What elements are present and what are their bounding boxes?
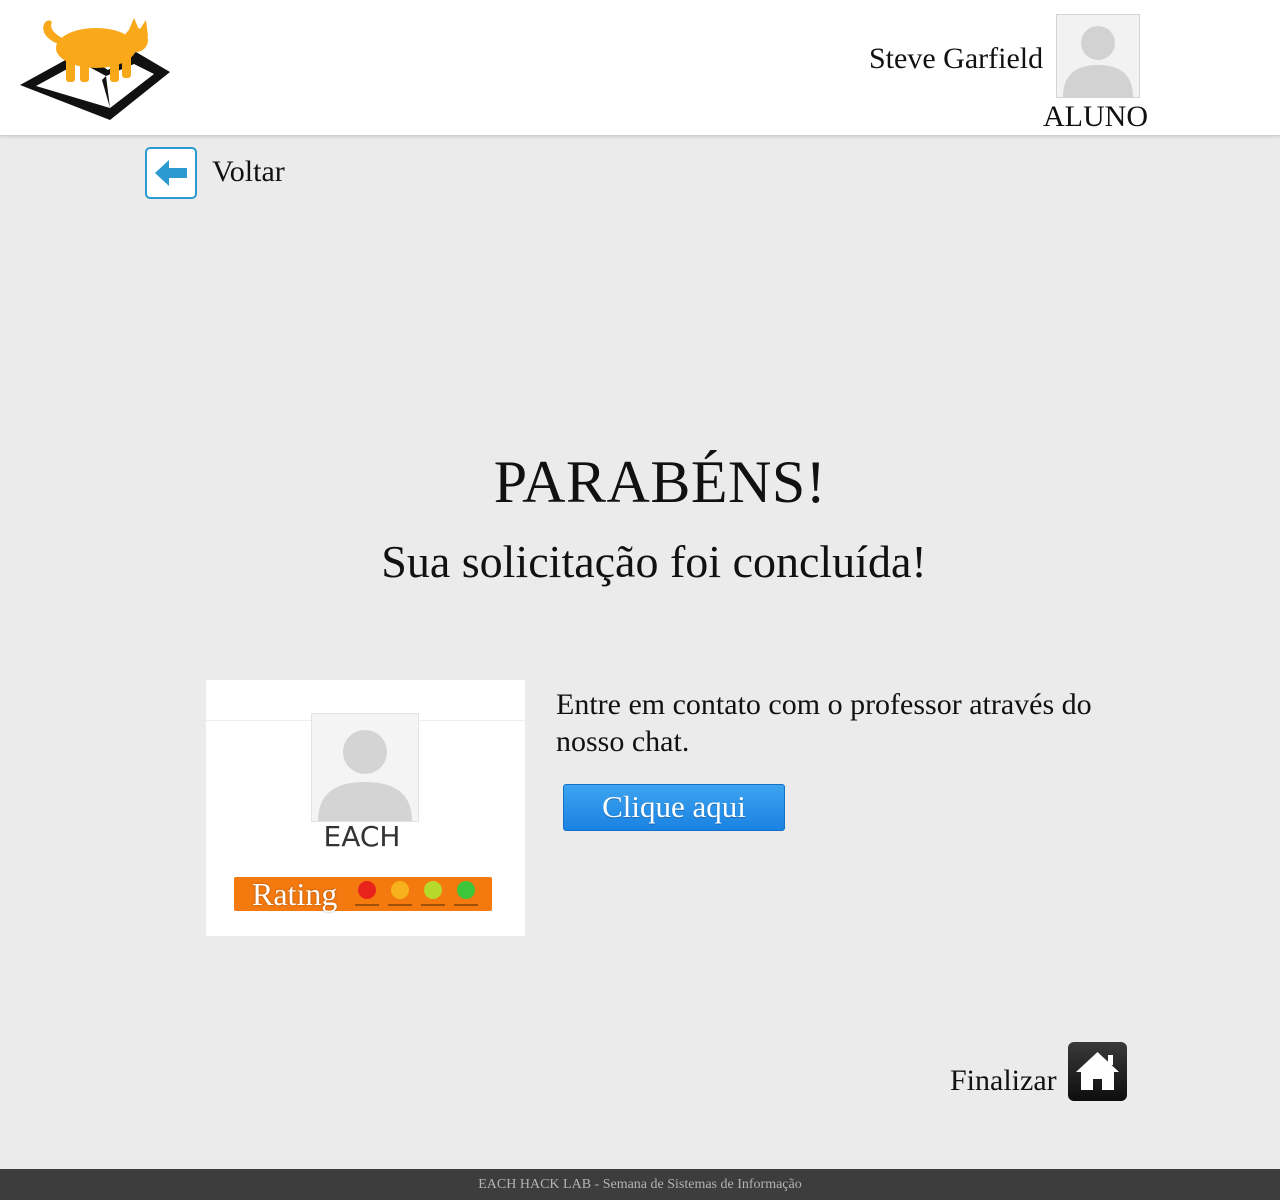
home-icon [1076,1052,1119,1090]
rating-label: Rating [252,876,338,912]
cat-on-book-logo[interactable] [18,10,174,128]
teacher-name: EACH [323,820,401,853]
user-silhouette-icon [1063,26,1133,97]
home-button[interactable] [1068,1042,1127,1101]
face-caption [421,904,445,906]
teacher-avatar [311,713,419,822]
user-avatar[interactable] [1056,14,1140,98]
back-button[interactable] [145,147,197,199]
angry-face-icon[interactable] [358,881,376,899]
user-silhouette-icon [318,730,412,821]
teacher-profile-card: EACH Rating [206,680,525,936]
face-caption [388,904,412,906]
user-name: Steve Garfield [869,42,1044,75]
user-role-label: ALUNO [1043,100,1148,133]
page-subtitle: Sua solicitação foi concluída! [381,536,927,587]
neutral-face-icon[interactable] [424,881,442,899]
happy-face-icon[interactable] [457,881,475,899]
rating-bar: Rating [234,876,492,912]
finish-label[interactable]: Finalizar [950,1064,1057,1098]
contact-instructions: Entre em contato com o professor através… [556,688,1092,758]
face-caption [454,904,478,906]
face-caption [355,904,379,906]
back-label[interactable]: Voltar [212,155,285,189]
footer-text: EACH HACK LAB - Semana de Sistemas de In… [478,1177,802,1192]
chat-button[interactable]: Clique aqui [563,784,785,831]
arrow-left-icon [155,160,187,186]
page-title: PARABÉNS! [493,449,827,515]
header-bar: Steve Garfield ALUNO [0,0,1280,136]
footer-bar: EACH HACK LAB - Semana de Sistemas de In… [0,1169,1280,1200]
sad-face-icon[interactable] [391,881,409,899]
